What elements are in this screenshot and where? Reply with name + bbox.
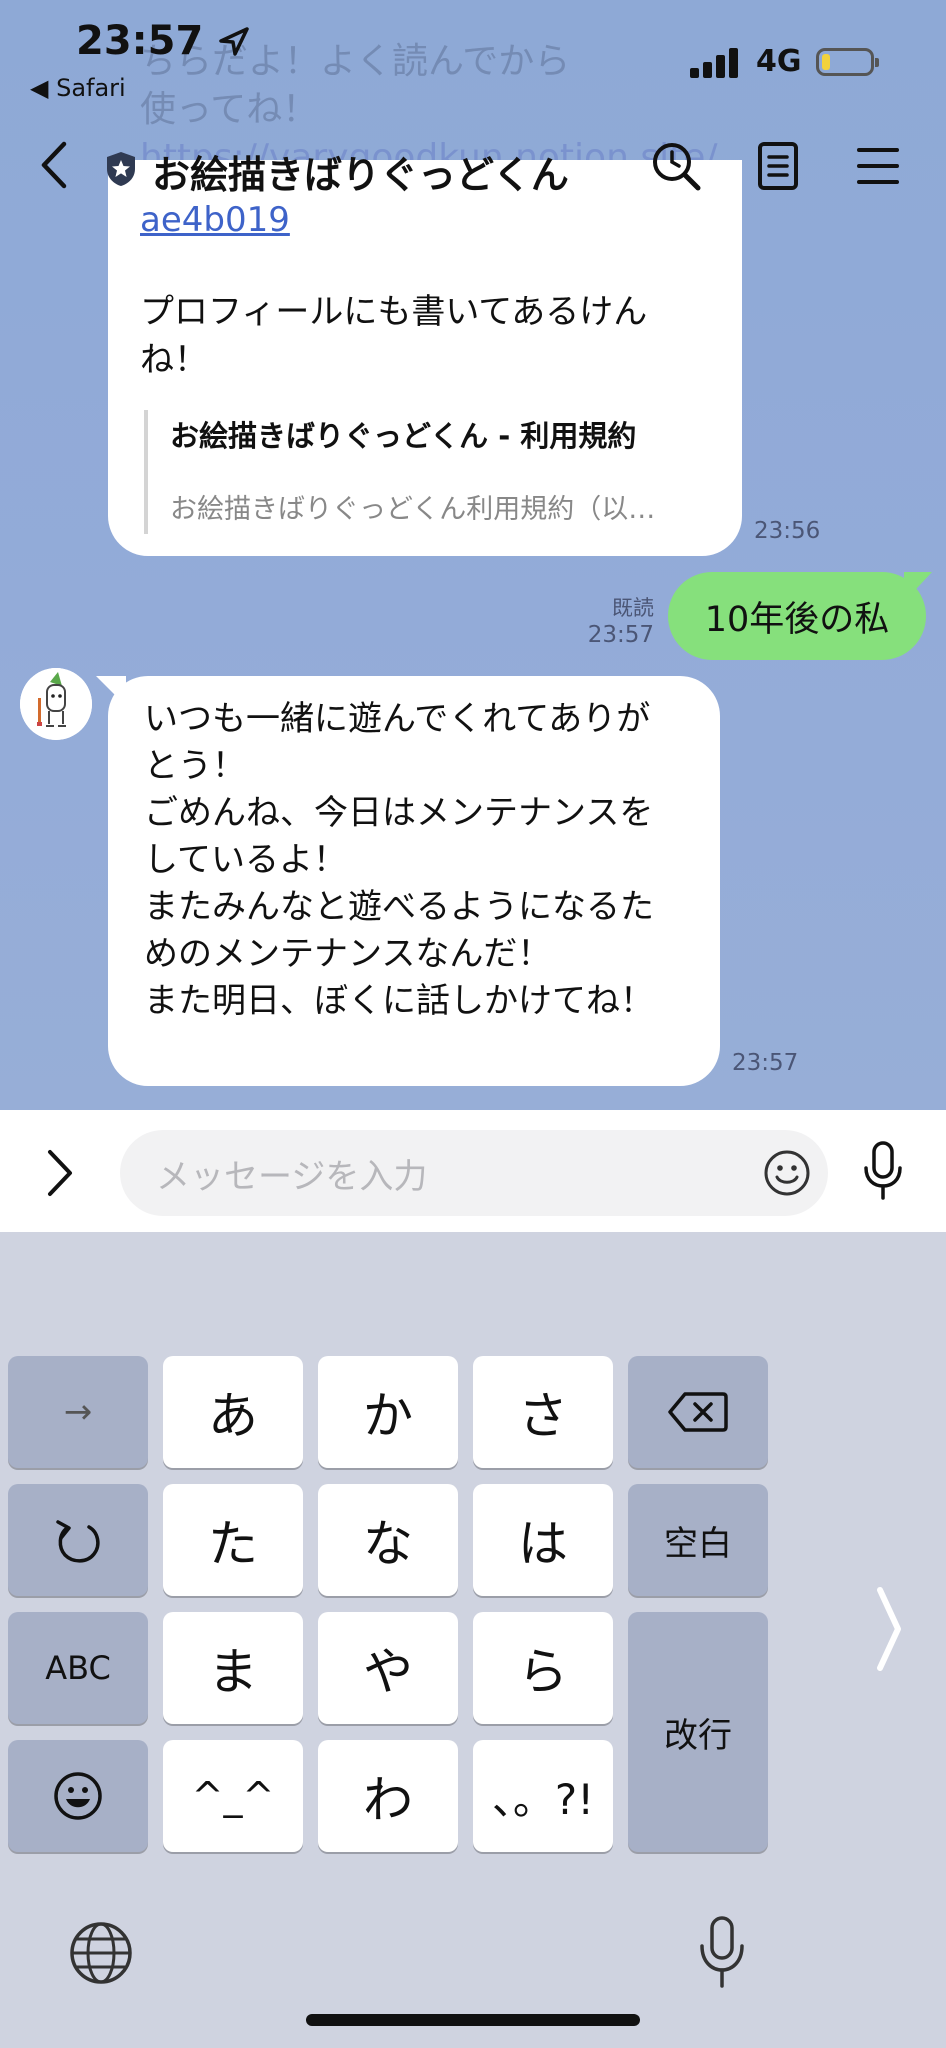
- menu-icon[interactable]: [856, 140, 900, 192]
- chat-area[interactable]: ちらだよ！よく読んでから 使ってね！ https://varygoodkun.n…: [0, 0, 946, 1110]
- message-time: 23:57: [732, 1050, 799, 1076]
- message-time: 23:57: [587, 622, 654, 648]
- status-bar: 23:57 ◀ Safari 4G: [0, 0, 946, 110]
- message-text: いつも一緒に遊んでくれてありが とう！ ごめんね、今日はメンテナンスを している…: [144, 699, 654, 1021]
- key-ra[interactable]: ら: [473, 1612, 613, 1724]
- key-na[interactable]: な: [318, 1484, 458, 1596]
- globe-icon[interactable]: [68, 1920, 134, 1986]
- key-emoji[interactable]: [8, 1740, 148, 1852]
- link-preview-card[interactable]: お絵描きばりぐっどくん - 利用規約 お絵描きばりぐっどくん利用規約（以…: [144, 410, 704, 534]
- emoji-face-icon: [54, 1772, 102, 1820]
- read-receipt: 既読: [612, 596, 654, 620]
- key-ma[interactable]: ま: [163, 1612, 303, 1724]
- incoming-message-bubble[interactable]: いつも一緒に遊んでくれてありが とう！ ごめんね、今日はメンテナンスを している…: [108, 676, 720, 1086]
- key-return[interactable]: 改行: [628, 1612, 768, 1852]
- microphone-icon[interactable]: [860, 1140, 906, 1202]
- link-preview-description: お絵描きばりぐっどくん利用規約（以…: [170, 494, 656, 525]
- battery-icon: [816, 48, 879, 76]
- key-kaomoji[interactable]: ^_^: [163, 1740, 303, 1852]
- status-time: 23:57: [76, 18, 251, 64]
- bot-character-image: [20, 668, 92, 740]
- key-a[interactable]: あ: [163, 1356, 303, 1468]
- key-ya[interactable]: や: [318, 1612, 458, 1724]
- key-wa[interactable]: わ: [318, 1740, 458, 1852]
- delete-icon: [668, 1392, 728, 1432]
- key-punctuation[interactable]: 、。?!: [473, 1740, 613, 1852]
- dictation-microphone-icon[interactable]: [696, 1914, 748, 1990]
- line-chat-screen: ちらだよ！よく読んでから 使ってね！ https://varygoodkun.n…: [0, 0, 946, 2048]
- outgoing-message-bubble[interactable]: 10年後の私: [668, 572, 926, 660]
- cellular-signal-icon: [690, 48, 738, 78]
- message-time: 23:56: [754, 518, 821, 544]
- back-chevron-icon[interactable]: [36, 140, 72, 190]
- key-ka[interactable]: か: [318, 1356, 458, 1468]
- bot-avatar[interactable]: [20, 668, 92, 740]
- emoji-icon[interactable]: [762, 1148, 812, 1198]
- home-indicator[interactable]: [306, 2014, 640, 2026]
- official-account-shield-icon: [107, 152, 135, 186]
- undo-icon: [56, 1520, 100, 1563]
- message-input-placeholder: メッセージを入力: [156, 1156, 428, 1197]
- japanese-kana-keyboard: → あ か さ た な は 空白 ABC ま や ら 改行 ^_^ わ 、。?!: [0, 1232, 946, 2048]
- keyboard-expand-chevron-icon[interactable]: [872, 1584, 906, 1674]
- link-preview-title: お絵描きばりぐっどくん - 利用規約: [170, 419, 637, 453]
- chat-header: お絵描きばりぐっどくん: [0, 110, 946, 220]
- key-sa[interactable]: さ: [473, 1356, 613, 1468]
- key-next-candidate[interactable]: →: [8, 1356, 148, 1468]
- notes-icon[interactable]: [756, 140, 800, 192]
- expand-chevron-icon[interactable]: [42, 1148, 76, 1198]
- key-space[interactable]: 空白: [628, 1484, 768, 1596]
- message-input-bar: メッセージを入力: [0, 1110, 946, 1232]
- key-delete[interactable]: [628, 1356, 768, 1468]
- network-type: 4G: [756, 44, 802, 79]
- key-ta[interactable]: た: [163, 1484, 303, 1596]
- message-input[interactable]: メッセージを入力: [120, 1130, 828, 1216]
- location-arrow-icon: [219, 27, 250, 56]
- message-text: プロフィールにも書いてあるけんね！: [140, 292, 648, 380]
- key-abc[interactable]: ABC: [8, 1612, 148, 1724]
- chat-title: お絵描きばりぐっどくん: [152, 153, 569, 197]
- search-icon[interactable]: [650, 140, 702, 192]
- key-ha[interactable]: は: [473, 1484, 613, 1596]
- key-undo[interactable]: [8, 1484, 148, 1596]
- back-to-safari-link[interactable]: ◀ Safari: [30, 74, 126, 102]
